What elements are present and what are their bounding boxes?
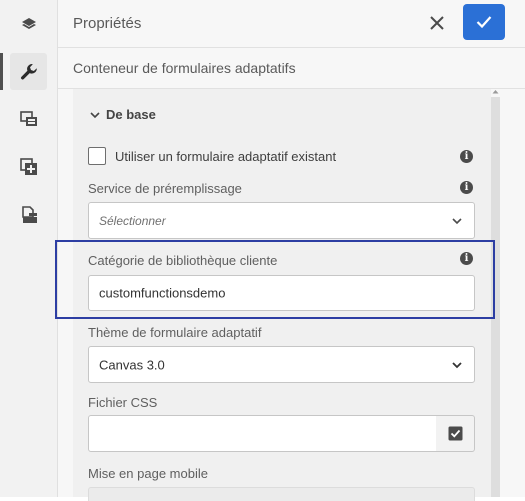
scroll-up-arrow[interactable] <box>491 89 500 97</box>
form-document-icon <box>21 205 37 223</box>
client-lib-label: Catégorie de bibliothèque cliente <box>88 253 278 268</box>
scrollbar-thumb[interactable] <box>491 97 500 497</box>
chevron-down-icon <box>452 217 462 224</box>
close-icon <box>430 16 444 30</box>
use-existing-label: Utiliser un formulaire adaptatif existan… <box>115 149 337 164</box>
assets-button[interactable] <box>10 100 47 137</box>
css-browse-button[interactable] <box>436 415 475 452</box>
use-existing-checkbox[interactable] <box>88 147 106 165</box>
client-lib-input[interactable]: customfunctionsdemo <box>88 275 475 311</box>
layers-icon <box>21 17 36 29</box>
form-document-button[interactable] <box>10 196 47 233</box>
done-button[interactable] <box>463 4 505 40</box>
prefill-label: Service de préremplissage <box>88 181 242 196</box>
chevron-down-icon <box>452 361 462 368</box>
section-title: De base <box>106 107 156 122</box>
checkmark-icon <box>476 16 492 29</box>
add-component-icon <box>19 157 37 175</box>
mobile-layout-field[interactable] <box>88 487 475 501</box>
properties-panel: Propriétés Conteneur de formulaires adap… <box>58 0 525 501</box>
select-checkbox-icon <box>448 426 462 441</box>
theme-label: Thème de formulaire adaptatif <box>88 325 262 340</box>
wrench-icon <box>20 63 37 79</box>
css-file-input[interactable] <box>88 415 437 452</box>
add-component-button[interactable] <box>10 148 47 185</box>
properties-button[interactable] <box>0 53 47 90</box>
panel-header: Propriétés <box>58 0 525 48</box>
caret-up-icon <box>492 90 499 94</box>
properties-content: De base Utiliser un formulaire adaptatif… <box>73 89 491 501</box>
prefill-select[interactable]: Sélectionner <box>88 202 475 239</box>
theme-select[interactable]: Canvas 3.0 <box>88 346 475 383</box>
close-button[interactable] <box>424 10 450 36</box>
component-subtitle: Conteneur de formulaires adaptatifs <box>73 60 296 76</box>
chevron-down-icon <box>90 111 100 118</box>
panel-title: Propriétés <box>73 15 142 32</box>
section-basic-toggle[interactable]: De base <box>90 107 156 122</box>
prefill-placeholder: Sélectionner <box>99 213 166 228</box>
info-icon[interactable]: i <box>460 181 473 194</box>
info-icon[interactable]: i <box>460 252 473 265</box>
mobile-layout-label: Mise en page mobile <box>88 466 208 481</box>
theme-value: Canvas 3.0 <box>99 357 165 372</box>
css-file-label: Fichier CSS <box>88 395 158 410</box>
assets-icon <box>19 110 37 126</box>
info-icon[interactable]: i <box>460 150 473 163</box>
client-lib-value: customfunctionsdemo <box>99 285 226 301</box>
layers-button[interactable] <box>10 6 47 43</box>
side-rail <box>0 0 58 497</box>
